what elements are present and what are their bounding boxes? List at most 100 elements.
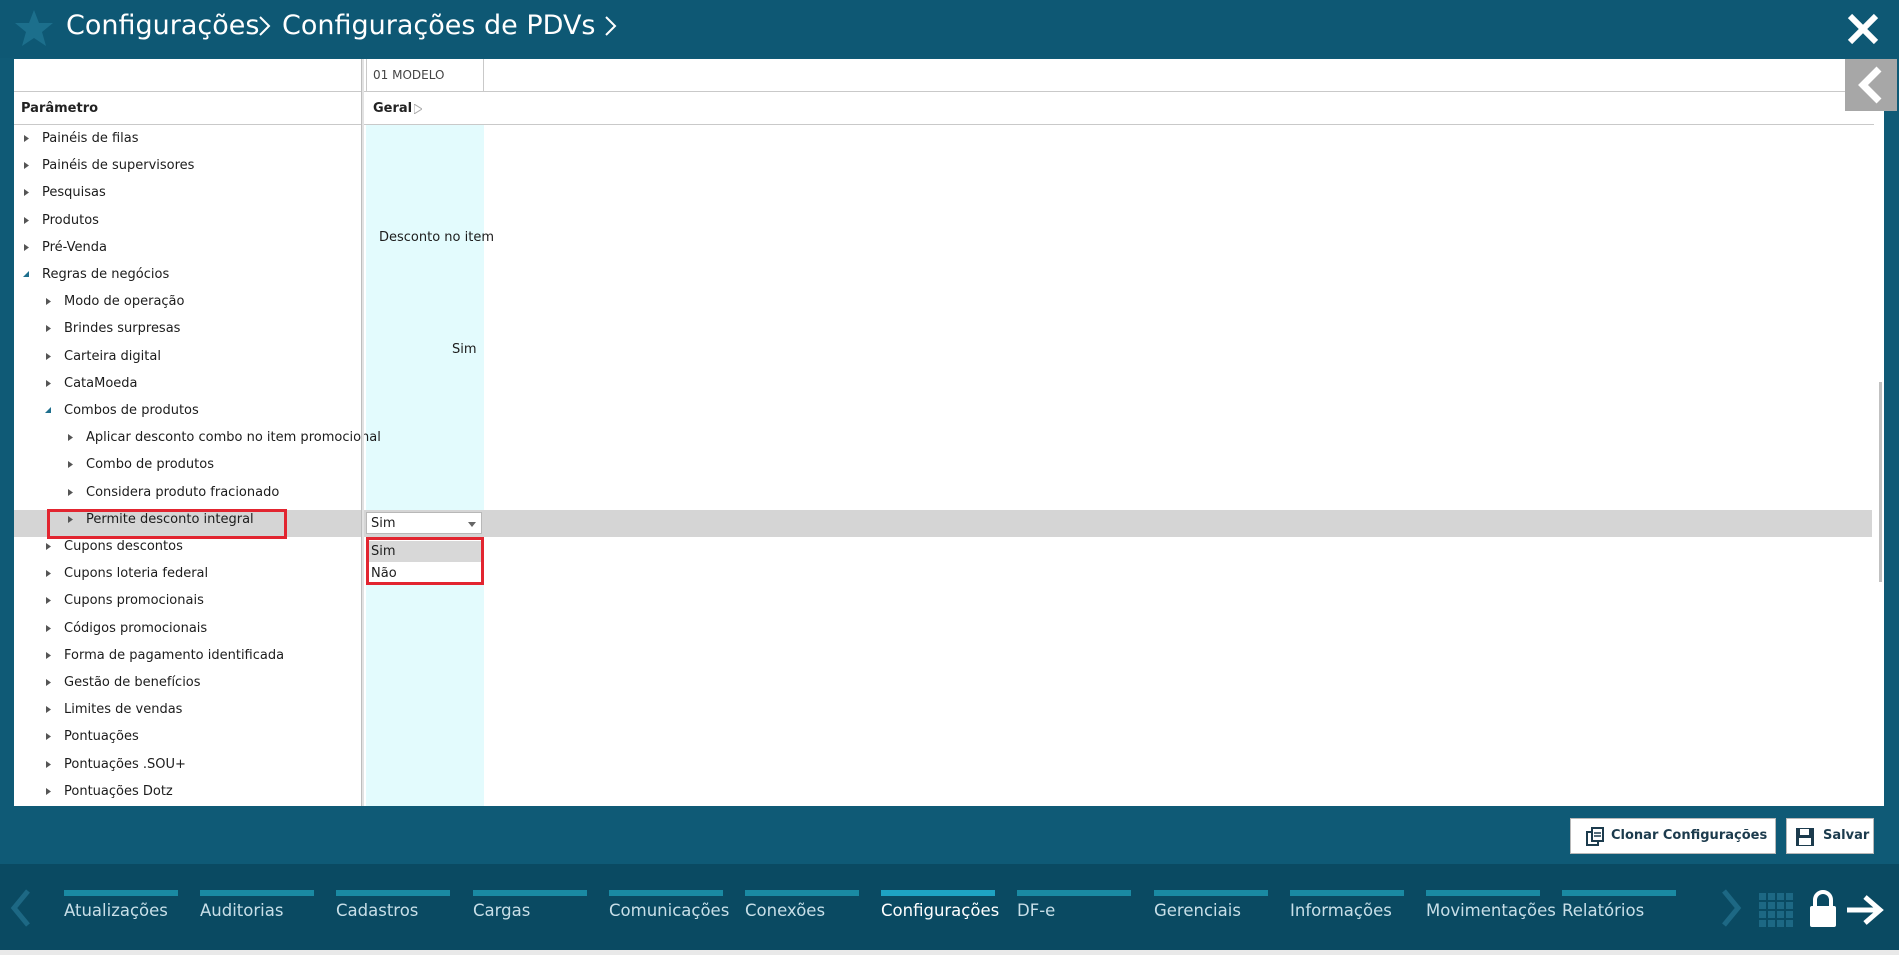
scroll-thumb[interactable] — [1879, 382, 1882, 582]
nav-tab[interactable]: Informações — [1290, 890, 1420, 930]
expanded-arrow-icon[interactable] — [22, 270, 30, 279]
tree-row[interactable]: Regras de negócios — [14, 261, 361, 288]
arrow-right-icon[interactable] — [1845, 894, 1885, 926]
tree-row[interactable]: Carteira digital — [14, 343, 361, 370]
expand-arrow-icon[interactable] — [414, 104, 422, 114]
tree-item-label: Limites de vendas — [64, 702, 183, 717]
nav-tab-label: Informações — [1290, 901, 1392, 920]
aplicar-desconto-value[interactable]: Sim — [452, 336, 477, 363]
nav-tab[interactable]: Auditorias — [200, 890, 330, 930]
parameter-column-header: Parâmetro — [21, 101, 99, 116]
nav-tab[interactable]: Atualizações — [64, 890, 194, 930]
star-icon[interactable] — [14, 8, 54, 48]
option-sim[interactable]: Sim — [369, 541, 481, 562]
grid-icon[interactable] — [1759, 893, 1793, 927]
combo-produtos-select[interactable]: Sim — [366, 512, 482, 534]
tree-row[interactable]: CataMoeda — [14, 370, 361, 397]
collapsed-arrow-icon[interactable] — [44, 596, 52, 605]
collapsed-arrow-icon[interactable] — [44, 297, 52, 306]
collapsed-arrow-icon[interactable] — [44, 324, 52, 333]
nav-tab[interactable]: Relatórios — [1562, 890, 1692, 930]
lock-icon[interactable] — [1808, 890, 1838, 928]
model-column-header[interactable]: 01 MODELO — [366, 59, 484, 92]
collapsed-arrow-icon[interactable] — [44, 760, 52, 769]
collapsed-arrow-icon[interactable] — [44, 569, 52, 578]
nav-tab-label: Auditorias — [200, 901, 284, 920]
nav-tab-label: Cargas — [473, 901, 531, 920]
collapsed-arrow-icon[interactable] — [22, 243, 30, 252]
nav-tab[interactable]: Gerenciais — [1154, 890, 1284, 930]
breadcrumb-configuracoes-pdvs[interactable]: Configurações de PDVs — [282, 9, 595, 43]
nav-tab-indicator — [881, 890, 995, 896]
collapsed-arrow-icon[interactable] — [66, 433, 74, 442]
nav-tab[interactable]: Movimentações — [1426, 890, 1556, 930]
tree-row[interactable]: Painéis de supervisores — [14, 152, 361, 179]
tree-row[interactable]: Forma de pagamento identificada — [14, 642, 361, 669]
tree-item-label: Pontuações .SOU+ — [64, 757, 186, 772]
column-splitter[interactable] — [361, 59, 364, 806]
expanded-arrow-icon[interactable] — [44, 406, 52, 415]
geral-group-header[interactable]: Geral — [367, 92, 412, 126]
vertical-scrollbar[interactable] — [1876, 127, 1884, 868]
collapsed-arrow-icon[interactable] — [22, 188, 30, 197]
nav-tab[interactable]: Cadastros — [336, 890, 466, 930]
close-icon[interactable] — [1846, 12, 1880, 46]
collapsed-arrow-icon[interactable] — [22, 216, 30, 225]
tree-row[interactable]: Combos de produtos — [14, 397, 361, 424]
nav-tab-indicator — [200, 890, 314, 896]
nav-tab[interactable]: DF-e — [1017, 890, 1147, 930]
collapsed-arrow-icon[interactable] — [44, 542, 52, 551]
breadcrumb-configuracoes[interactable]: Configurações — [66, 9, 259, 43]
tree-row[interactable]: Pré-Venda — [14, 234, 361, 261]
tree-row[interactable]: Considera produto fracionado — [14, 479, 361, 506]
clone-config-button[interactable]: Clonar Configurações — [1570, 818, 1776, 854]
collapsed-arrow-icon[interactable] — [22, 161, 30, 170]
tree-row[interactable]: Pontuações .SOU+ — [14, 751, 361, 778]
tree-row[interactable]: Combo de produtos — [14, 451, 361, 478]
collapsed-arrow-icon[interactable] — [66, 488, 74, 497]
tree-item-label: Forma de pagamento identificada — [64, 648, 285, 663]
tree-row[interactable]: Pontuações — [14, 723, 361, 750]
tree-row[interactable]: Brindes surpresas — [14, 315, 361, 342]
floppy-disk-icon — [1796, 828, 1814, 846]
nav-next-icon[interactable] — [1720, 888, 1744, 928]
chevron-down-icon[interactable] — [467, 521, 477, 528]
collapsed-arrow-icon[interactable] — [44, 352, 52, 361]
tree-row[interactable]: Códigos promocionais — [14, 615, 361, 642]
tree-row[interactable]: Pontuações Dotz — [14, 778, 361, 805]
side-collapse-button[interactable] — [1845, 59, 1897, 111]
tree-row[interactable]: Pesquisas — [14, 179, 361, 206]
collapsed-arrow-icon[interactable] — [44, 678, 52, 687]
tree-row[interactable]: Cupons loteria federal — [14, 560, 361, 587]
tree-row[interactable]: Produtos — [14, 207, 361, 234]
option-nao[interactable]: Não — [369, 563, 481, 584]
nav-tab[interactable]: Configurações — [881, 890, 1011, 930]
nav-tab[interactable]: Comunicações — [609, 890, 739, 930]
tree-row[interactable]: Aplicar desconto combo no item promocion… — [14, 424, 381, 451]
collapsed-arrow-icon[interactable] — [44, 787, 52, 796]
tree-item-label: Pré-Venda — [42, 240, 107, 255]
collapsed-arrow-icon[interactable] — [22, 134, 30, 143]
tree-item-label: Brindes surpresas — [64, 321, 181, 336]
save-button[interactable]: Salvar — [1786, 818, 1874, 854]
tree-row[interactable]: Modo de operação — [14, 288, 361, 315]
desconto-no-item-label: Desconto no item — [379, 230, 495, 245]
tree-row[interactable]: Cupons promocionais — [14, 587, 361, 614]
nav-tab-label: Comunicações — [609, 901, 730, 920]
tree-item-label: CataMoeda — [64, 376, 138, 391]
collapsed-arrow-icon[interactable] — [44, 651, 52, 660]
column-header-row: 01 MODELO — [14, 59, 1884, 92]
collapsed-arrow-icon[interactable] — [44, 624, 52, 633]
tree-row[interactable]: Limites de vendas — [14, 696, 361, 723]
collapsed-arrow-icon[interactable] — [44, 705, 52, 714]
tree-row[interactable]: Painéis de filas — [14, 125, 361, 152]
nav-tab-indicator — [336, 890, 450, 896]
collapsed-arrow-icon[interactable] — [44, 732, 52, 741]
tree-row[interactable]: Gestão de benefícios — [14, 669, 361, 696]
nav-tab[interactable]: Conexões — [745, 890, 875, 930]
collapsed-arrow-icon[interactable] — [66, 460, 74, 469]
tree-item-label: Modo de operação — [64, 294, 185, 309]
collapsed-arrow-icon[interactable] — [44, 379, 52, 388]
nav-tab[interactable]: Cargas — [473, 890, 603, 930]
nav-prev-icon[interactable] — [8, 888, 32, 928]
